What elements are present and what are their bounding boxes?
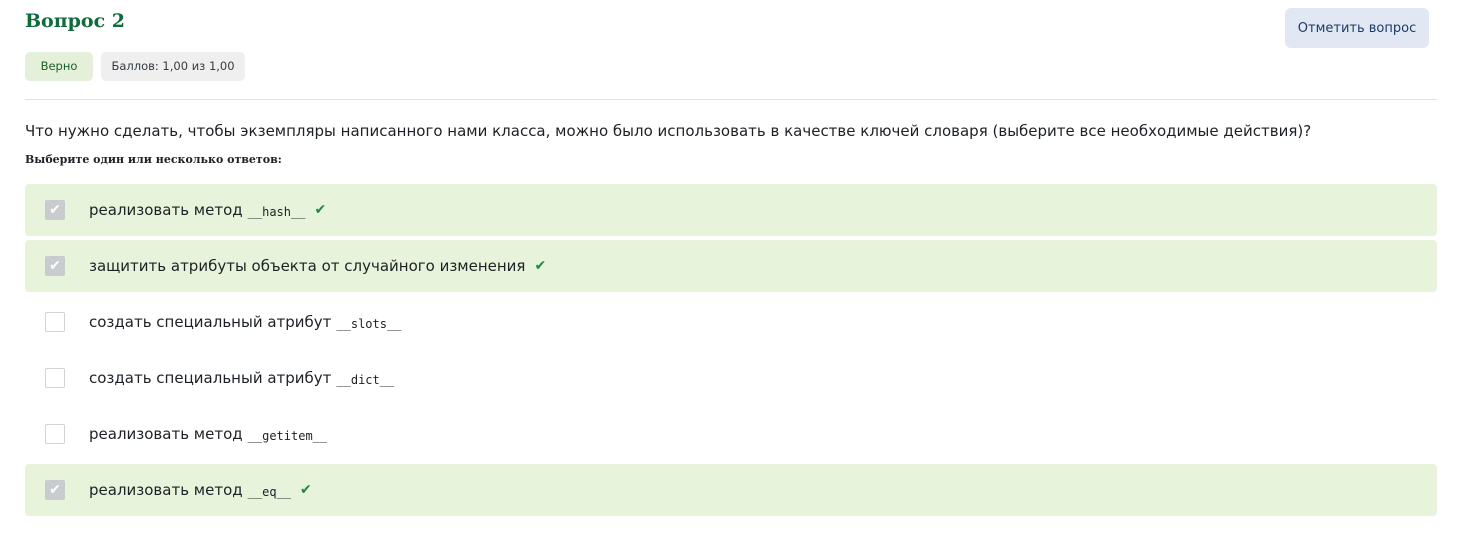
answer-option[interactable]: ✔ защитить атрибуты объекта от случайног…	[25, 240, 1437, 292]
flag-question-button[interactable]: Отметить вопрос	[1285, 8, 1429, 48]
checkbox-checked-icon[interactable]: ✔	[45, 200, 65, 220]
answer-code: __hash__	[247, 205, 306, 219]
answer-option[interactable]: реализовать метод __getitem__	[25, 408, 1437, 460]
answer-code: __slots__	[336, 317, 402, 331]
divider	[25, 99, 1437, 100]
check-icon: ✔	[534, 258, 547, 274]
status-badge: Верно	[25, 52, 93, 81]
check-icon: ✔	[314, 202, 327, 218]
answer-option[interactable]: создать специальный атрибут __dict__	[25, 352, 1437, 404]
check-icon: ✔	[300, 482, 312, 498]
question-text: Что нужно сделать, чтобы экземпляры напи…	[25, 122, 1312, 140]
answer-option[interactable]: создать специальный атрибут __slots__	[25, 296, 1437, 348]
answer-code: __dict__	[336, 373, 395, 387]
answer-label: реализовать метод __hash__ ✔	[89, 184, 326, 236]
answer-prompt: Выберите один или несколько ответов:	[25, 153, 282, 166]
answer-code: __getitem__	[247, 429, 328, 443]
answer-text: создать специальный атрибут	[89, 369, 332, 387]
checkbox-checked-icon[interactable]: ✔	[45, 480, 65, 500]
answer-label: создать специальный атрибут __slots__	[89, 296, 401, 348]
answer-checkbox[interactable]	[45, 368, 65, 388]
grade-badge: Баллов: 1,00 из 1,00	[101, 52, 245, 81]
answer-text: реализовать метод	[89, 201, 243, 219]
answer-label: создать специальный атрибут __dict__	[89, 352, 394, 404]
answer-text: защитить атрибуты объекта от случайного …	[89, 257, 526, 275]
answer-text: реализовать метод	[89, 481, 243, 499]
answer-checkbox[interactable]	[45, 312, 65, 332]
answer-list: ✔ реализовать метод __hash__ ✔ ✔ защитит…	[25, 184, 1437, 520]
answer-code: __eq__	[247, 485, 291, 499]
answer-label: реализовать метод __eq__ ✔	[89, 464, 312, 516]
answer-text: создать специальный атрибут	[89, 313, 332, 331]
answer-checkbox[interactable]	[45, 424, 65, 444]
answer-option[interactable]: ✔ реализовать метод __hash__ ✔	[25, 184, 1437, 236]
answer-label: реализовать метод __getitem__	[89, 408, 327, 460]
answer-label: защитить атрибуты объекта от случайного …	[89, 240, 546, 292]
question-title: Вопрос 2	[25, 10, 126, 32]
checkbox-checked-icon[interactable]: ✔	[45, 256, 65, 276]
answer-text: реализовать метод	[89, 425, 243, 443]
answer-option[interactable]: ✔ реализовать метод __eq__ ✔	[25, 464, 1437, 516]
